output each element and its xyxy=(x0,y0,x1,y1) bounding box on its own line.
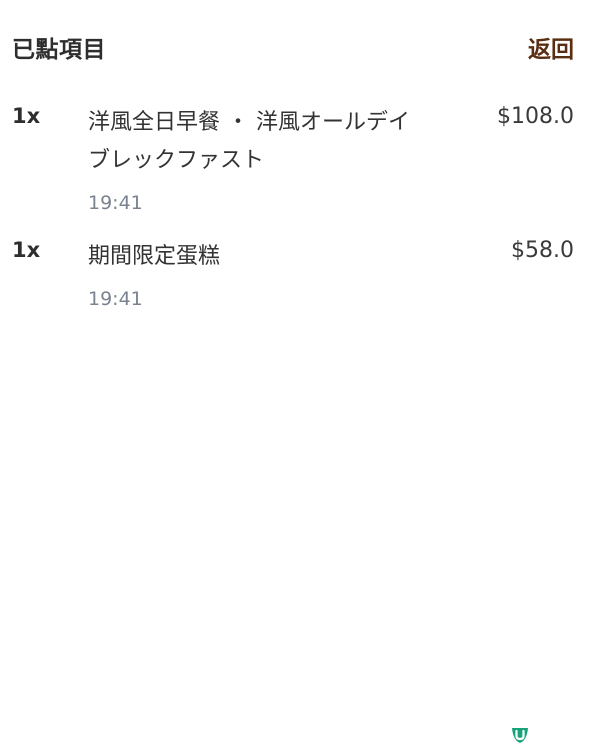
order-list: 1x 洋風全日早餐 ・ 洋風オールデイブレックファスト 19:41 $108.0… xyxy=(0,96,600,344)
item-name: 洋風全日早餐 ・ 洋風オールデイブレックファスト xyxy=(88,110,410,173)
item-time: 19:41 xyxy=(88,192,143,214)
item-name: 期間限定蛋糕 xyxy=(88,244,221,269)
order-item: 1x 期間限定蛋糕 19:41 $58.0 xyxy=(0,230,600,344)
page-title: 已點項目 xyxy=(12,37,106,63)
item-info: 洋風全日早餐 ・ 洋風オールデイブレックファスト 19:41 xyxy=(88,104,428,216)
order-item: 1x 洋風全日早餐 ・ 洋風オールデイブレックファスト 19:41 $108.0 xyxy=(0,96,600,230)
header: 已點項目 返回 xyxy=(0,0,600,96)
item-price: $108.0 xyxy=(497,104,574,129)
item-info: 期間限定蛋糕 19:41 xyxy=(88,238,428,312)
item-quantity: 1x xyxy=(12,238,41,262)
back-button[interactable]: 返回 xyxy=(528,30,574,64)
item-quantity: 1x xyxy=(12,104,41,128)
brand-logo-icon xyxy=(512,728,528,743)
item-price: $58.0 xyxy=(511,238,574,263)
item-time: 19:41 xyxy=(88,288,143,310)
